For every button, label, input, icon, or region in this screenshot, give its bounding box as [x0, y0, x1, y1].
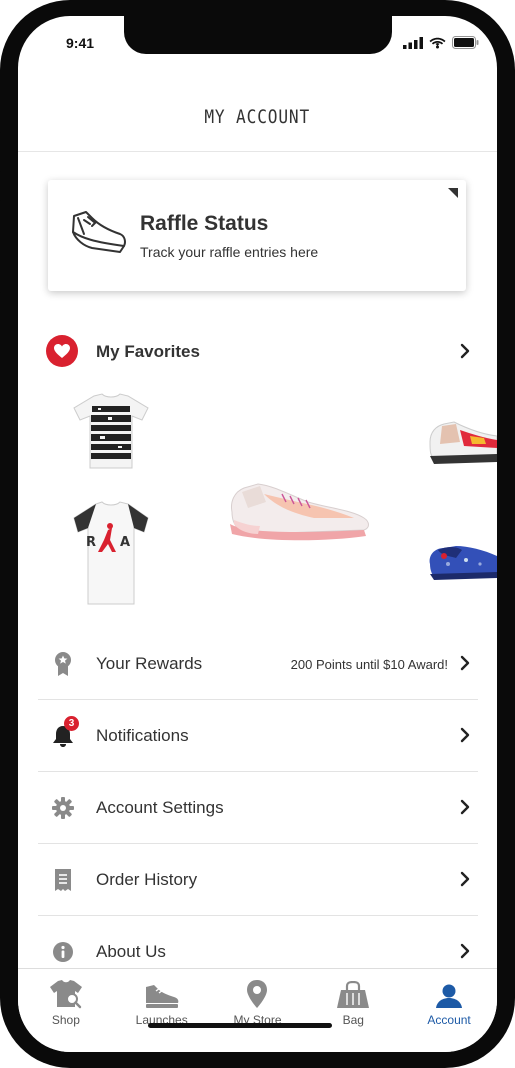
page-title: MY ACCOUNT: [204, 105, 311, 128]
cellular-signal-icon: [403, 36, 423, 49]
my-favorites-label: My Favorites: [96, 342, 200, 361]
corner-indicator: [448, 188, 458, 198]
tab-my-store[interactable]: My Store: [210, 969, 306, 1052]
svg-text:A: A: [120, 535, 130, 550]
menu-label-order-history: Order History: [96, 870, 198, 889]
menu-item-notifications[interactable]: 3 Notifications: [38, 700, 478, 772]
location-pin-icon: [245, 979, 269, 1009]
chevron-right-icon: [460, 871, 470, 887]
chevron-right-icon: [460, 727, 470, 743]
menu-label-rewards: Your Rewards: [96, 654, 203, 673]
svg-text:R: R: [86, 535, 96, 550]
wifi-icon: [429, 37, 446, 48]
status-time: 9:41: [66, 35, 95, 51]
menu-label-notifications: Notifications: [96, 726, 189, 745]
notch: [124, 16, 392, 54]
bell-icon: 3: [52, 716, 79, 748]
notification-badge: 3: [64, 716, 79, 731]
raffle-subtitle: Track your raffle entries here: [140, 244, 319, 260]
menu-label-about-us: About Us: [96, 942, 166, 961]
favorite-product-multicolor-sneaker[interactable]: [426, 412, 497, 468]
sneaker-icon: [144, 979, 180, 1009]
volume-up-button: [0, 200, 2, 270]
shopping-bag-icon: [336, 979, 370, 1009]
sneaker-outline-icon: [72, 211, 126, 253]
tab-label-account: Account: [427, 1013, 471, 1027]
favorite-product-air-max-sneaker[interactable]: [224, 472, 374, 548]
tab-launches[interactable]: Launches: [114, 969, 210, 1052]
home-indicator: [148, 1023, 332, 1028]
menu-item-rewards[interactable]: Your Rewards 200 Points until $10 Award!: [38, 628, 478, 700]
status-icons: [403, 36, 479, 49]
raffle-title: Raffle Status: [140, 212, 269, 235]
user-icon: [435, 979, 463, 1009]
phone-frame: 9:41 MY ACCOUNT Raffle Status Track your…: [0, 0, 515, 1068]
tab-label-shop: Shop: [51, 1013, 80, 1027]
chevron-right-icon: [460, 655, 470, 671]
bottom-tab-bar: Shop Launches My Store Bag Account: [18, 968, 497, 1052]
my-favorites-row[interactable]: My Favorites: [46, 332, 476, 370]
rewards-ribbon-icon: [52, 652, 74, 676]
rewards-points-text: 200 Points until $10 Award!: [290, 657, 448, 672]
tab-label-bag: Bag: [342, 1013, 364, 1027]
menu-label-account-settings: Account Settings: [96, 798, 224, 817]
heart-icon: [46, 335, 78, 367]
chevron-right-icon: [460, 943, 470, 959]
raffle-status-card[interactable]: Raffle Status Track your raffle entries …: [48, 180, 466, 291]
favorite-product-tee-graphic[interactable]: [72, 392, 150, 470]
tab-shop[interactable]: Shop: [18, 969, 114, 1052]
info-icon: [52, 940, 74, 964]
account-menu: Your Rewards 200 Points until $10 Award!…: [38, 628, 478, 988]
menu-item-order-history[interactable]: Order History: [38, 844, 478, 916]
chevron-right-icon: [460, 343, 470, 359]
shirt-search-icon: [48, 979, 84, 1009]
chevron-right-icon: [460, 799, 470, 815]
battery-icon: [452, 36, 479, 49]
tab-account[interactable]: Account: [401, 969, 497, 1052]
header: MY ACCOUNT: [18, 82, 497, 152]
screen: 9:41 MY ACCOUNT Raffle Status Track your…: [18, 16, 497, 1052]
menu-item-account-settings[interactable]: Account Settings: [38, 772, 478, 844]
mute-switch: [0, 132, 2, 172]
gear-icon: [52, 796, 74, 820]
tab-bag[interactable]: Bag: [305, 969, 401, 1052]
volume-down-button: [0, 292, 2, 362]
favorite-product-galaxy-clog[interactable]: [426, 534, 497, 584]
receipt-icon: [52, 868, 74, 892]
favorite-product-jordan-tee[interactable]: R A: [72, 500, 150, 606]
